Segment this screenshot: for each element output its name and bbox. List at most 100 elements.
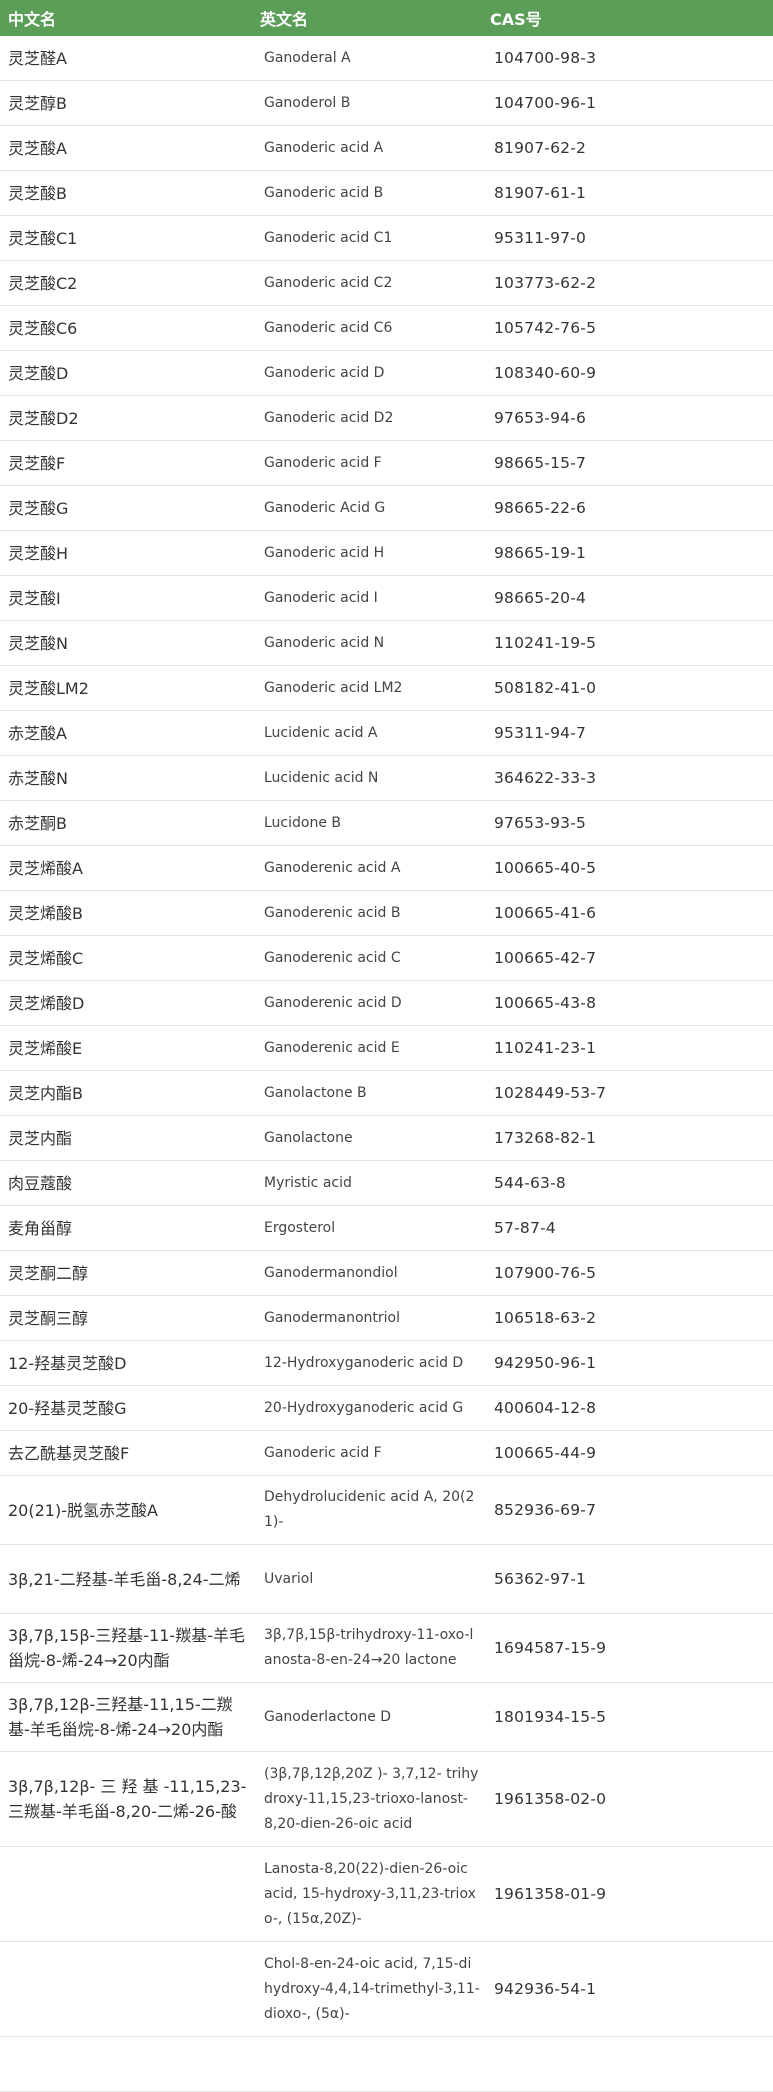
english-name-cell: Ganoderenic acid E (260, 1025, 490, 1071)
table-row: 灵芝酸A Ganoderic acid A 81907-62-2 (0, 125, 773, 171)
english-name-cell: Ganodermanondiol (260, 1250, 490, 1296)
english-name-cell: Ganoderic acid D2 (260, 395, 490, 441)
chinese-name-cell: 灵芝酮三醇 (0, 1295, 260, 1341)
header-chinese-name: 中文名 (0, 0, 260, 36)
english-name-cell: 3β,7β,15β-trihydroxy-11-oxo-lanosta-8-en… (260, 1613, 490, 1683)
cas-number-cell: 100665-44-9 (490, 1430, 773, 1476)
chinese-name-cell: 灵芝烯酸D (0, 980, 260, 1026)
chinese-name-cell: 灵芝内酯B (0, 1070, 260, 1116)
cas-number-cell: 81907-61-1 (490, 170, 773, 216)
table-body: 灵芝醛A Ganoderal A 104700-98-3 灵芝醇B Ganoderol … (0, 36, 773, 2037)
cas-number-cell: 544-63-8 (490, 1160, 773, 1206)
cas-number-cell: 1028449-53-7 (490, 1070, 773, 1116)
cas-number-cell: 110241-23-1 (490, 1025, 773, 1071)
table-row: 灵芝酮二醇 Ganodermanondiol 107900-76-5 (0, 1250, 773, 1296)
cas-number-cell: 97653-93-5 (490, 800, 773, 846)
header-cas-no: CAS号 (490, 0, 773, 36)
chinese-name-cell: 灵芝酸D (0, 350, 260, 396)
english-name-cell: Ganoderic acid C2 (260, 260, 490, 306)
table-row: 灵芝酸I Ganoderic acid I 98665-20-4 (0, 575, 773, 621)
chinese-name-cell: 灵芝酸A (0, 125, 260, 171)
table-row: 灵芝酸H Ganoderic acid H 98665-19-1 (0, 530, 773, 576)
chinese-name-cell (0, 1941, 260, 2037)
table-row: 3β,7β,12β-三羟基-11,15-二羰基-羊毛甾烷-8-烯-24→20内酯… (0, 1682, 773, 1752)
chinese-name-cell: 灵芝酸D2 (0, 395, 260, 441)
chinese-name-cell: 灵芝酸B (0, 170, 260, 216)
english-name-cell: 20-Hydroxyganoderic acid G (260, 1385, 490, 1431)
chinese-name-cell: 3β,7β,12β- 三 羟 基 -11,15,23-三羰基-羊毛甾-8,20-… (0, 1751, 260, 1847)
cas-number-cell: 106518-63-2 (490, 1295, 773, 1341)
english-name-cell: Uvariol (260, 1544, 490, 1614)
cas-number-cell: 107900-76-5 (490, 1250, 773, 1296)
cas-number-cell: 104700-96-1 (490, 80, 773, 126)
chinese-name-cell: 灵芝烯酸A (0, 845, 260, 891)
table-row: 麦角甾醇 Ergosterol 57-87-4 (0, 1205, 773, 1251)
table-row: 灵芝烯酸A Ganoderenic acid A 100665-40-5 (0, 845, 773, 891)
english-name-cell: Ganoderenic acid B (260, 890, 490, 936)
table-row: 灵芝酮三醇 Ganodermanontriol 106518-63-2 (0, 1295, 773, 1341)
chinese-name-cell: 去乙酰基灵芝酸F (0, 1430, 260, 1476)
cas-number-cell: 103773-62-2 (490, 260, 773, 306)
english-name-cell: Ergosterol (260, 1205, 490, 1251)
chinese-name-cell: 麦角甾醇 (0, 1205, 260, 1251)
chinese-name-cell: 灵芝醛A (0, 36, 260, 81)
table-row: 灵芝烯酸D Ganoderenic acid D 100665-43-8 (0, 980, 773, 1026)
table-row: 灵芝酸C1 Ganoderic acid C1 95311-97-0 (0, 215, 773, 261)
english-name-cell: Ganoderic acid B (260, 170, 490, 216)
english-name-cell: Ganoderal A (260, 36, 490, 81)
english-name-cell: (3β,7β,12β,20Z )- 3,7,12- trihydroxy-11,… (260, 1751, 490, 1847)
table-row: Lanosta-8,20(22)-dien-26-oic acid, 15-hy… (0, 1846, 773, 1942)
chinese-name-cell (0, 1846, 260, 1942)
cas-number-cell: 104700-98-3 (490, 36, 773, 81)
cas-number-cell: 852936-69-7 (490, 1475, 773, 1545)
chinese-name-cell: 灵芝酸C2 (0, 260, 260, 306)
cas-number-cell: 400604-12-8 (490, 1385, 773, 1431)
table-row: 灵芝烯酸C Ganoderenic acid C 100665-42-7 (0, 935, 773, 981)
cas-number-cell: 942936-54-1 (490, 1941, 773, 2037)
english-name-cell: Ganolactone (260, 1115, 490, 1161)
english-name-cell: Ganoderic acid LM2 (260, 665, 490, 711)
chinese-name-cell: 3β,7β,12β-三羟基-11,15-二羰基-羊毛甾烷-8-烯-24→20内酯 (0, 1682, 260, 1752)
table-row: 肉豆蔻酸 Myristic acid 544-63-8 (0, 1160, 773, 1206)
table-row: 灵芝酸C6 Ganoderic acid C6 105742-76-5 (0, 305, 773, 351)
cas-number-cell: 1961358-02-0 (490, 1751, 773, 1847)
table-row: 20(21)-脱氢赤芝酸A Dehydrolucidenic acid A, 20… (0, 1475, 773, 1545)
english-name-cell: Lucidenic acid N (260, 755, 490, 801)
chinese-name-cell: 灵芝酸LM2 (0, 665, 260, 711)
table-row: 12-羟基灵芝酸D 12-Hydroxyganoderic acid D 94295… (0, 1340, 773, 1386)
table-row: 20-羟基灵芝酸G 20-Hydroxyganoderic acid G 40060… (0, 1385, 773, 1431)
english-name-cell: 12-Hydroxyganoderic acid D (260, 1340, 490, 1386)
english-name-cell: Myristic acid (260, 1160, 490, 1206)
english-name-cell: Ganoderic acid C1 (260, 215, 490, 261)
chinese-name-cell: 3β,7β,15β-三羟基-11-羰基-羊毛甾烷-8-烯-24→20内酯 (0, 1613, 260, 1683)
table-row: 灵芝酸G Ganoderic Acid G 98665-22-6 (0, 485, 773, 531)
table-row: 灵芝酸F Ganoderic acid F 98665-15-7 (0, 440, 773, 486)
header-row: 中文名 英文名 CAS号 (0, 0, 773, 36)
chinese-name-cell: 灵芝酸I (0, 575, 260, 621)
table-row: 灵芝酸C2 Ganoderic acid C2 103773-62-2 (0, 260, 773, 306)
table-row: 3β,21-二羟基-羊毛甾-8,24-二烯 Uvariol 56362-97-1 (0, 1544, 773, 1614)
english-name-cell: Ganodermanontriol (260, 1295, 490, 1341)
table-row: 灵芝内酯B Ganolactone B 1028449-53-7 (0, 1070, 773, 1116)
english-name-cell: Ganoderic acid H (260, 530, 490, 576)
chinese-name-cell: 赤芝酸A (0, 710, 260, 756)
table-row: 灵芝酸D Ganoderic acid D 108340-60-9 (0, 350, 773, 396)
english-name-cell: Lucidone B (260, 800, 490, 846)
chinese-name-cell: 灵芝烯酸E (0, 1025, 260, 1071)
table-row: 灵芝醛A Ganoderal A 104700-98-3 (0, 36, 773, 81)
chinese-name-cell: 赤芝酸N (0, 755, 260, 801)
english-name-cell: Lucidenic acid A (260, 710, 490, 756)
english-name-cell: Ganoderic acid D (260, 350, 490, 396)
chinese-name-cell: 肉豆蔻酸 (0, 1160, 260, 1206)
cas-number-cell: 95311-97-0 (490, 215, 773, 261)
english-name-cell: Ganoderol B (260, 80, 490, 126)
chinese-name-cell: 赤芝酮B (0, 800, 260, 846)
table-row: 灵芝酸B Ganoderic acid B 81907-61-1 (0, 170, 773, 216)
table-row: 3β,7β,15β-三羟基-11-羰基-羊毛甾烷-8-烯-24→20内酯 3β,7… (0, 1613, 773, 1683)
english-name-cell: Lanosta-8,20(22)-dien-26-oic acid, 15-hy… (260, 1846, 490, 1942)
cas-number-cell: 81907-62-2 (490, 125, 773, 171)
cas-number-cell: 97653-94-6 (490, 395, 773, 441)
chinese-name-cell: 灵芝酸H (0, 530, 260, 576)
chinese-name-cell: 灵芝烯酸C (0, 935, 260, 981)
cas-number-cell: 110241-19-5 (490, 620, 773, 666)
